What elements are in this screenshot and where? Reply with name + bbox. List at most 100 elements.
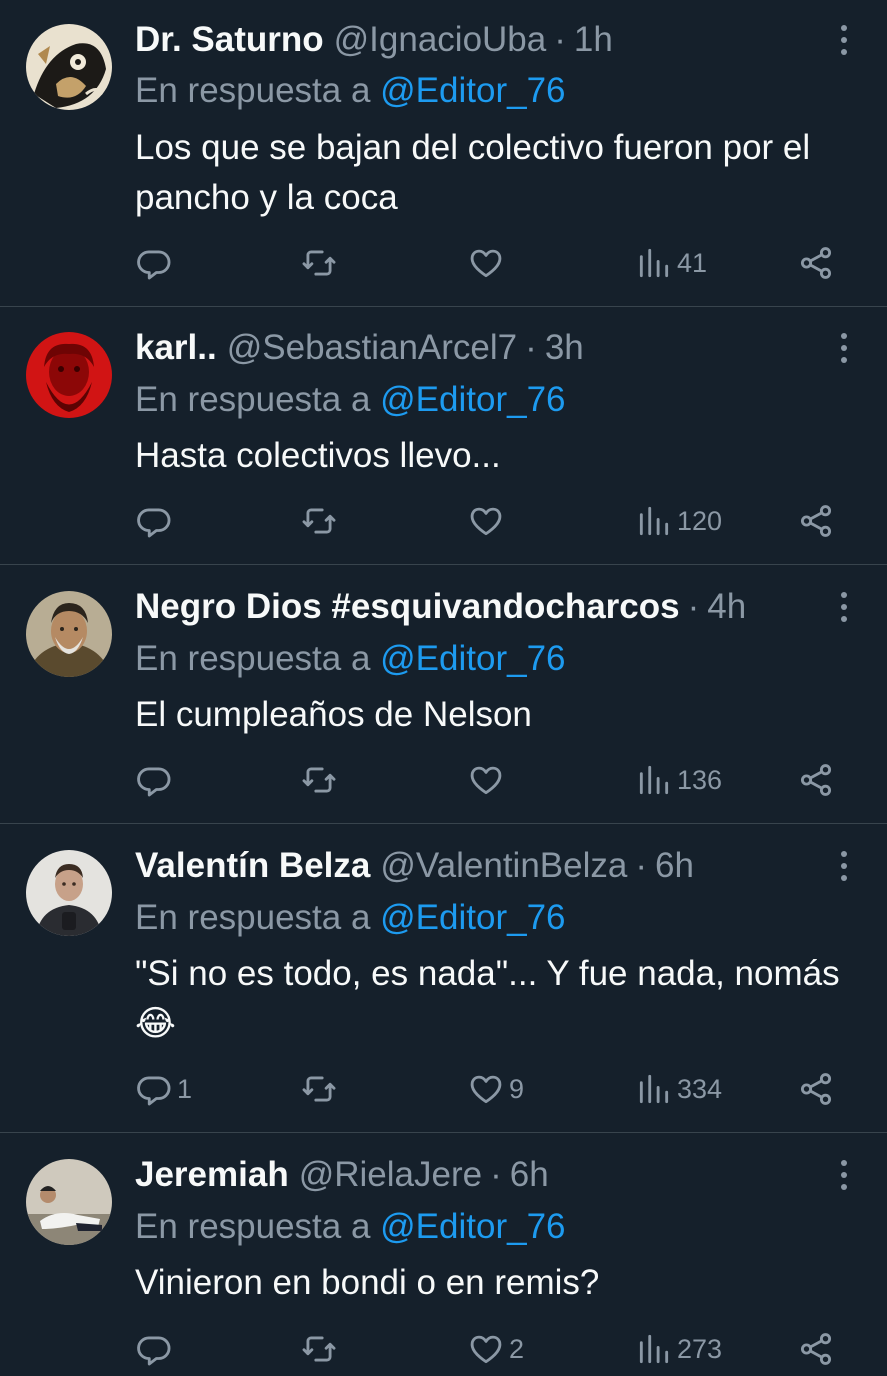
share-icon: [800, 1333, 832, 1365]
reply-prefix: En respuesta a: [135, 1207, 381, 1246]
reply-button[interactable]: [135, 241, 177, 285]
share-icon: [800, 505, 832, 537]
views-button[interactable]: 41: [635, 241, 707, 285]
retweet-button[interactable]: [300, 241, 342, 285]
retweet-icon: [302, 508, 336, 534]
share-button[interactable]: [797, 499, 835, 543]
tweet-item[interactable]: Valentín Belza @ValentinBelza · 6h En re…: [0, 824, 887, 1133]
retweet-button[interactable]: [300, 1067, 342, 1111]
heart-icon: [470, 1075, 502, 1104]
reply-icon: [137, 1076, 171, 1106]
like-count: 9: [509, 1073, 525, 1104]
reply-button[interactable]: [135, 758, 177, 802]
share-icon: [800, 764, 832, 796]
like-button[interactable]: 9: [467, 1067, 524, 1111]
timestamp[interactable]: 6h: [510, 1152, 549, 1198]
retweet-icon: [302, 1076, 336, 1102]
author-handle[interactable]: @IgnacioUba: [334, 17, 547, 63]
heart-icon: [470, 1335, 502, 1364]
reply-handle-link[interactable]: @Editor_76: [380, 1207, 565, 1246]
views-icon: [639, 248, 669, 278]
views-button[interactable]: 273: [635, 1327, 722, 1371]
tweet-item[interactable]: Dr. Saturno @IgnacioUba · 1h En respuest…: [0, 0, 887, 307]
retweet-button[interactable]: [300, 499, 342, 543]
like-button[interactable]: [467, 241, 509, 285]
author-name[interactable]: Negro Dios #esquivandocharcos: [135, 584, 680, 630]
reply-handle-link[interactable]: @Editor_76: [380, 639, 565, 678]
author-handle[interactable]: @ValentinBelza: [380, 843, 627, 889]
separator-dot: ·: [525, 328, 537, 367]
views-button[interactable]: 120: [635, 499, 722, 543]
more-icon[interactable]: [831, 587, 857, 627]
avatar[interactable]: [26, 24, 112, 110]
timestamp[interactable]: 1h: [574, 17, 613, 63]
tweet-header: Negro Dios #esquivandocharcos · 4h: [135, 584, 847, 630]
author-handle[interactable]: @SebastianArcel7: [227, 325, 517, 371]
reply-prefix: En respuesta a: [135, 71, 381, 110]
tweet-actions: 136: [135, 758, 840, 802]
reply-button[interactable]: [135, 1327, 177, 1371]
views-button[interactable]: 136: [635, 758, 722, 802]
author-name[interactable]: Valentín Belza: [135, 843, 370, 889]
reply-handle-link[interactable]: @Editor_76: [380, 898, 565, 937]
tweet-header: Jeremiah @RielaJere · 6h: [135, 1152, 847, 1198]
author-handle[interactable]: @RielaJere: [299, 1152, 482, 1198]
view-count: 41: [677, 247, 708, 278]
separator-dot: ·: [687, 587, 700, 626]
author-name[interactable]: Jeremiah: [135, 1152, 289, 1198]
share-button[interactable]: [797, 1067, 835, 1111]
like-count: 2: [509, 1333, 525, 1364]
avatar[interactable]: [26, 850, 112, 936]
more-icon[interactable]: [831, 846, 857, 886]
tweet-text: Los que se bajan del colectivo fueron po…: [135, 128, 811, 217]
view-count: 334: [677, 1073, 723, 1104]
share-button[interactable]: [797, 758, 835, 802]
tweet-actions: 2 273: [135, 1327, 840, 1371]
reply-icon: [137, 250, 171, 280]
like-button[interactable]: [467, 758, 509, 802]
reply-button[interactable]: [135, 499, 177, 543]
more-icon[interactable]: [831, 1155, 857, 1195]
author-name[interactable]: Dr. Saturno: [135, 17, 324, 63]
retweet-icon: [302, 767, 336, 793]
tweet-header: karl.. @SebastianArcel7 · 3h: [135, 325, 847, 371]
tweet-text: "Si no es todo, es nada"... Y fue nada, …: [135, 954, 840, 1043]
avatar[interactable]: [26, 591, 112, 677]
tweet-item[interactable]: Negro Dios #esquivandocharcos · 4h En re…: [0, 565, 887, 824]
tweet-text: El cumpleaños de Nelson: [135, 695, 532, 734]
heart-icon: [470, 766, 502, 795]
like-button[interactable]: [467, 499, 509, 543]
tweet-item[interactable]: karl.. @SebastianArcel7 · 3h En respuest…: [0, 307, 887, 565]
timestamp[interactable]: 4h: [707, 584, 746, 630]
reply-prefix: En respuesta a: [135, 380, 381, 419]
more-icon[interactable]: [831, 20, 857, 60]
avatar[interactable]: [26, 1159, 112, 1245]
reply-context: En respuesta a @Editor_76: [135, 895, 566, 941]
timestamp[interactable]: 6h: [655, 843, 694, 889]
view-count: 273: [677, 1333, 723, 1364]
tweet-actions: 120: [135, 499, 840, 543]
reply-icon: [137, 767, 171, 797]
tweet-text: Vinieron en bondi o en remis?: [135, 1263, 600, 1302]
more-icon[interactable]: [831, 328, 857, 368]
reply-prefix: En respuesta a: [135, 639, 381, 678]
reply-handle-link[interactable]: @Editor_76: [380, 71, 565, 110]
tweet-actions: 1 9 334: [135, 1067, 840, 1111]
share-button[interactable]: [797, 241, 835, 285]
tweet-actions: 41: [135, 241, 840, 285]
author-name[interactable]: karl..: [135, 325, 217, 371]
views-button[interactable]: 334: [635, 1067, 722, 1111]
avatar[interactable]: [26, 332, 112, 418]
reply-handle-link[interactable]: @Editor_76: [380, 380, 565, 419]
reply-context: En respuesta a @Editor_76: [135, 636, 566, 682]
share-button[interactable]: [797, 1327, 835, 1371]
retweet-button[interactable]: [300, 758, 342, 802]
tweet-item[interactable]: Jeremiah @RielaJere · 6h En respuesta a …: [0, 1133, 887, 1376]
like-button[interactable]: 2: [467, 1327, 524, 1371]
retweet-button[interactable]: [300, 1327, 342, 1371]
share-icon: [800, 247, 832, 279]
timestamp[interactable]: 3h: [545, 325, 584, 371]
share-icon: [800, 1073, 832, 1105]
reply-button[interactable]: 1: [135, 1067, 192, 1111]
retweet-icon: [302, 250, 336, 276]
